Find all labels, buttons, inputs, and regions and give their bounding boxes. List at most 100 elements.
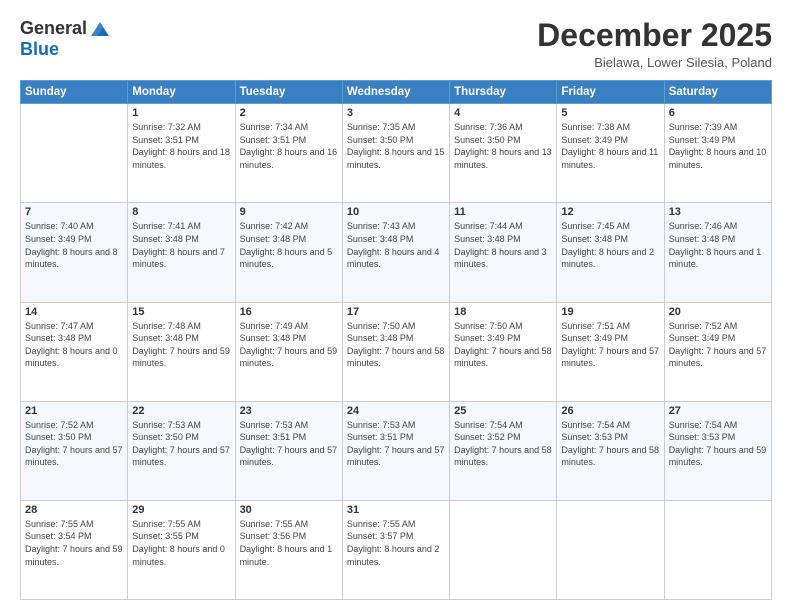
day-info: Sunrise: 7:46 AMSunset: 3:48 PMDaylight:… xyxy=(669,220,767,270)
calendar-table: SundayMondayTuesdayWednesdayThursdayFrid… xyxy=(20,80,772,600)
logo: General Blue xyxy=(20,18,111,60)
calendar-cell: 7 Sunrise: 7:40 AMSunset: 3:49 PMDaylight… xyxy=(21,203,128,302)
day-info: Sunrise: 7:55 AMSunset: 3:55 PMDaylight:… xyxy=(132,518,230,568)
day-info: Sunrise: 7:50 AMSunset: 3:48 PMDaylight:… xyxy=(347,320,445,370)
day-info: Sunrise: 7:54 AMSunset: 3:53 PMDaylight:… xyxy=(561,419,659,469)
day-number: 20 xyxy=(669,306,767,318)
calendar-cell: 27Sunrise: 7:54 AMSunset: 3:53 PMDayligh… xyxy=(664,401,771,500)
day-info: Sunrise: 7:42 AMSunset: 3:48 PMDaylight:… xyxy=(240,220,338,270)
day-number: 1 xyxy=(132,107,230,119)
calendar-cell xyxy=(557,500,664,599)
day-info: Sunrise: 7:52 AMSunset: 3:49 PMDaylight:… xyxy=(669,320,767,370)
day-info: Sunrise: 7:48 AMSunset: 3:48 PMDaylight:… xyxy=(132,320,230,370)
day-number: 14 xyxy=(25,306,123,318)
month-title: December 2025 xyxy=(537,18,772,53)
day-info: Sunrise: 7:53 AMSunset: 3:50 PMDaylight:… xyxy=(132,419,230,469)
col-header-thursday: Thursday xyxy=(450,81,557,104)
calendar-cell xyxy=(21,104,128,203)
day-number: 3 xyxy=(347,107,445,119)
col-header-tuesday: Tuesday xyxy=(235,81,342,104)
calendar-cell: 13 Sunrise: 7:46 AMSunset: 3:48 PMDayligh… xyxy=(664,203,771,302)
day-number: 23 xyxy=(240,405,338,417)
day-info: Sunrise: 7:41 AMSunset: 3:48 PMDaylight:… xyxy=(132,220,230,270)
day-number: 16 xyxy=(240,306,338,318)
day-number: 26 xyxy=(561,405,659,417)
calendar-week-row: 7 Sunrise: 7:40 AMSunset: 3:49 PMDaylight… xyxy=(21,203,772,302)
calendar-week-row: 21 Sunrise: 7:52 AMSunset: 3:50 PMDayligh… xyxy=(21,401,772,500)
calendar-header-row: SundayMondayTuesdayWednesdayThursdayFrid… xyxy=(21,81,772,104)
day-number: 29 xyxy=(132,504,230,516)
calendar-cell xyxy=(450,500,557,599)
calendar-cell: 18 Sunrise: 7:50 AMSunset: 3:49 PMDayligh… xyxy=(450,302,557,401)
day-info: Sunrise: 7:49 AMSunset: 3:48 PMDaylight:… xyxy=(240,320,338,370)
day-number: 12 xyxy=(561,206,659,218)
page: General Blue December 2025 Bielawa, Lowe… xyxy=(0,0,792,612)
calendar-cell: 4 Sunrise: 7:36 AMSunset: 3:50 PMDaylight… xyxy=(450,104,557,203)
day-info: Sunrise: 7:40 AMSunset: 3:49 PMDaylight:… xyxy=(25,220,123,270)
title-block: December 2025 Bielawa, Lower Silesia, Po… xyxy=(537,18,772,70)
day-number: 28 xyxy=(25,504,123,516)
day-number: 9 xyxy=(240,206,338,218)
day-info: Sunrise: 7:45 AMSunset: 3:48 PMDaylight:… xyxy=(561,220,659,270)
day-number: 8 xyxy=(132,206,230,218)
calendar-cell: 17 Sunrise: 7:50 AMSunset: 3:48 PMDayligh… xyxy=(342,302,449,401)
calendar-cell: 22 Sunrise: 7:53 AMSunset: 3:50 PMDayligh… xyxy=(128,401,235,500)
day-number: 11 xyxy=(454,206,552,218)
calendar-cell: 6Sunrise: 7:39 AMSunset: 3:49 PMDaylight… xyxy=(664,104,771,203)
col-header-sunday: Sunday xyxy=(21,81,128,104)
calendar-cell: 23 Sunrise: 7:53 AMSunset: 3:51 PMDayligh… xyxy=(235,401,342,500)
col-header-wednesday: Wednesday xyxy=(342,81,449,104)
day-info: Sunrise: 7:36 AMSunset: 3:50 PMDaylight:… xyxy=(454,121,552,171)
day-number: 24 xyxy=(347,405,445,417)
day-info: Sunrise: 7:51 AMSunset: 3:49 PMDaylight:… xyxy=(561,320,659,370)
day-info: Sunrise: 7:55 AMSunset: 3:54 PMDaylight:… xyxy=(25,518,123,568)
day-info: Sunrise: 7:43 AMSunset: 3:48 PMDaylight:… xyxy=(347,220,445,270)
day-number: 10 xyxy=(347,206,445,218)
day-number: 15 xyxy=(132,306,230,318)
calendar-week-row: 1Sunrise: 7:32 AMSunset: 3:51 PMDaylight… xyxy=(21,104,772,203)
logo-general-text: General xyxy=(20,18,87,39)
day-info: Sunrise: 7:55 AMSunset: 3:57 PMDaylight:… xyxy=(347,518,445,568)
day-number: 18 xyxy=(454,306,552,318)
day-info: Sunrise: 7:54 AMSunset: 3:53 PMDaylight:… xyxy=(669,419,767,469)
location-subtitle: Bielawa, Lower Silesia, Poland xyxy=(537,55,772,70)
calendar-cell: 11Sunrise: 7:44 AMSunset: 3:48 PMDayligh… xyxy=(450,203,557,302)
col-header-saturday: Saturday xyxy=(664,81,771,104)
calendar-cell: 19 Sunrise: 7:51 AMSunset: 3:49 PMDayligh… xyxy=(557,302,664,401)
day-info: Sunrise: 7:38 AMSunset: 3:49 PMDaylight:… xyxy=(561,121,659,171)
day-number: 19 xyxy=(561,306,659,318)
calendar-cell: 16 Sunrise: 7:49 AMSunset: 3:48 PMDayligh… xyxy=(235,302,342,401)
col-header-friday: Friday xyxy=(557,81,664,104)
day-info: Sunrise: 7:50 AMSunset: 3:49 PMDaylight:… xyxy=(454,320,552,370)
logo-blue-text: Blue xyxy=(20,39,59,60)
calendar-cell: 21 Sunrise: 7:52 AMSunset: 3:50 PMDayligh… xyxy=(21,401,128,500)
calendar-week-row: 28 Sunrise: 7:55 AMSunset: 3:54 PMDayligh… xyxy=(21,500,772,599)
day-info: Sunrise: 7:52 AMSunset: 3:50 PMDaylight:… xyxy=(25,419,123,469)
calendar-cell: 2Sunrise: 7:34 AMSunset: 3:51 PMDaylight… xyxy=(235,104,342,203)
day-number: 31 xyxy=(347,504,445,516)
calendar-cell: 28 Sunrise: 7:55 AMSunset: 3:54 PMDayligh… xyxy=(21,500,128,599)
calendar-cell: 8 Sunrise: 7:41 AMSunset: 3:48 PMDaylight… xyxy=(128,203,235,302)
calendar-cell: 26 Sunrise: 7:54 AMSunset: 3:53 PMDayligh… xyxy=(557,401,664,500)
header: General Blue December 2025 Bielawa, Lowe… xyxy=(20,18,772,70)
logo-icon xyxy=(89,20,111,38)
calendar-cell: 20 Sunrise: 7:52 AMSunset: 3:49 PMDayligh… xyxy=(664,302,771,401)
day-number: 30 xyxy=(240,504,338,516)
day-number: 17 xyxy=(347,306,445,318)
calendar-cell: 30 Sunrise: 7:55 AMSunset: 3:56 PMDayligh… xyxy=(235,500,342,599)
calendar-cell: 15 Sunrise: 7:48 AMSunset: 3:48 PMDayligh… xyxy=(128,302,235,401)
calendar-cell: 1Sunrise: 7:32 AMSunset: 3:51 PMDaylight… xyxy=(128,104,235,203)
day-number: 22 xyxy=(132,405,230,417)
day-info: Sunrise: 7:54 AMSunset: 3:52 PMDaylight:… xyxy=(454,419,552,469)
day-number: 7 xyxy=(25,206,123,218)
col-header-monday: Monday xyxy=(128,81,235,104)
day-number: 13 xyxy=(669,206,767,218)
day-number: 2 xyxy=(240,107,338,119)
day-info: Sunrise: 7:55 AMSunset: 3:56 PMDaylight:… xyxy=(240,518,338,568)
calendar-cell xyxy=(664,500,771,599)
day-number: 21 xyxy=(25,405,123,417)
day-number: 4 xyxy=(454,107,552,119)
day-info: Sunrise: 7:53 AMSunset: 3:51 PMDaylight:… xyxy=(240,419,338,469)
day-info: Sunrise: 7:47 AMSunset: 3:48 PMDaylight:… xyxy=(25,320,123,370)
calendar-cell: 24Sunrise: 7:53 AMSunset: 3:51 PMDayligh… xyxy=(342,401,449,500)
